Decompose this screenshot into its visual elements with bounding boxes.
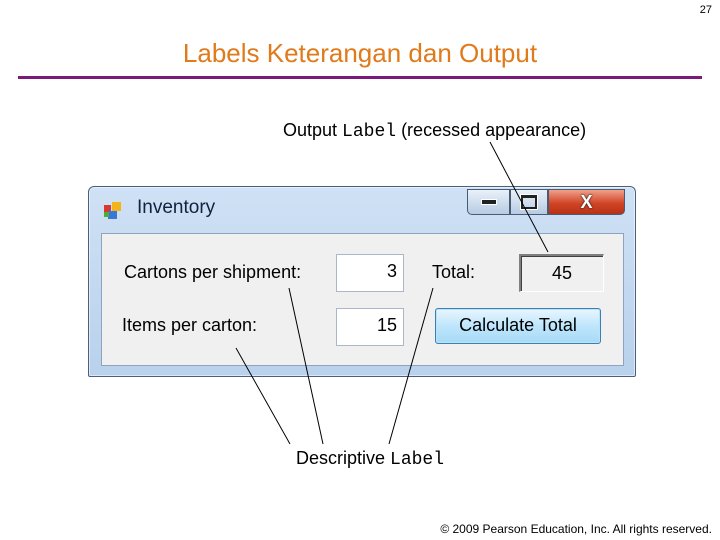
app-form-icon xyxy=(104,202,121,219)
copyright-notice: © 2009 Pearson Education, Inc. All right… xyxy=(440,522,712,536)
window-client-area: Cartons per shipment: 3 Total: 45 Items … xyxy=(101,233,624,366)
maximize-button[interactable] xyxy=(510,189,548,215)
callout-output-suffix: (recessed appearance) xyxy=(396,120,587,140)
output-label-callout: Output Label (recessed appearance) xyxy=(283,120,586,142)
callout-descriptive-code: Label xyxy=(390,450,445,470)
window-title: Inventory xyxy=(137,197,216,218)
close-icon: X xyxy=(580,191,593,212)
title-divider xyxy=(18,76,702,79)
slide-title: Labels Keterangan dan Output xyxy=(182,38,538,68)
minimize-button[interactable] xyxy=(467,189,510,215)
descriptive-label-callout: Descriptive Label xyxy=(296,448,444,470)
cartons-per-shipment-label: Cartons per shipment: xyxy=(124,262,302,282)
maximize-icon xyxy=(521,195,537,209)
close-button[interactable]: X xyxy=(548,189,625,215)
items-input[interactable]: 15 xyxy=(336,308,404,346)
total-output-label: 45 xyxy=(519,254,604,292)
calculate-total-button[interactable]: Calculate Total xyxy=(435,308,601,344)
window-titlebar[interactable]: Inventory X xyxy=(89,187,635,229)
items-per-carton-label: Items per carton: xyxy=(122,315,258,335)
minimize-icon xyxy=(480,199,497,205)
callout-output-code: Label xyxy=(342,122,397,142)
callout-descriptive-prefix: Descriptive xyxy=(296,448,391,468)
inventory-window: Inventory X Cartons per shipment: 3 Tota… xyxy=(88,186,636,377)
callout-output-prefix: Output xyxy=(283,120,343,140)
cartons-input[interactable]: 3 xyxy=(336,254,404,292)
total-label: Total: xyxy=(432,262,476,282)
page-number: 27 xyxy=(699,4,712,16)
